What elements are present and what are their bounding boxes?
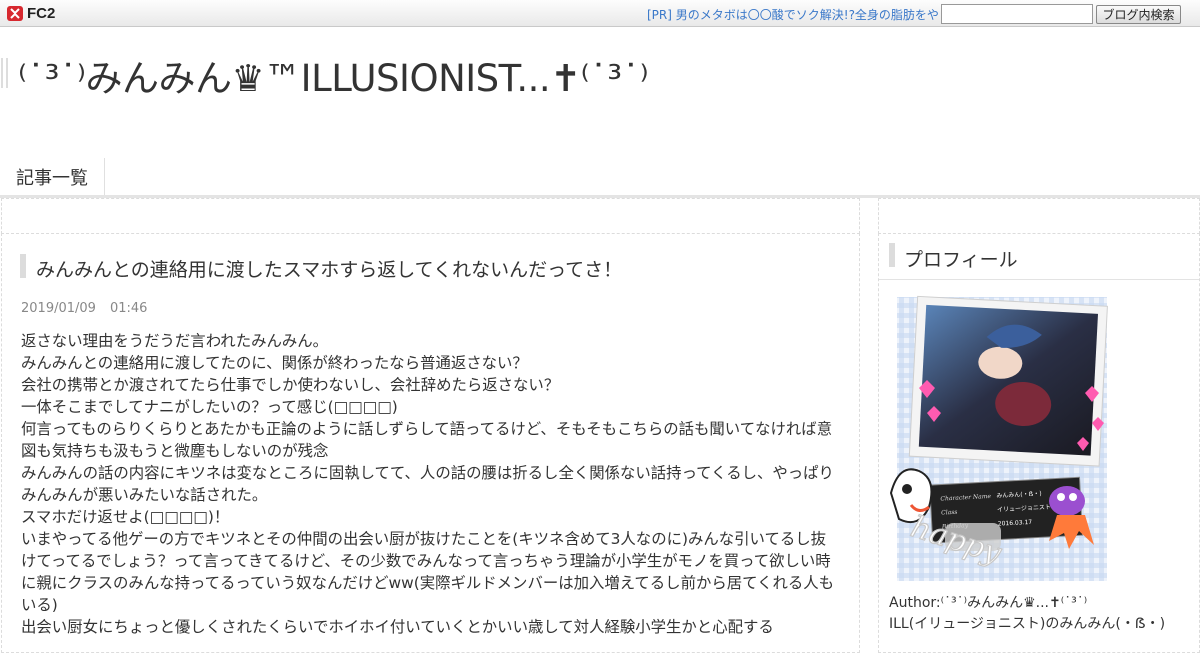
- card-class-label: Class: [941, 509, 958, 517]
- entry-line: スマホだけ返せよ(□□□□)！: [21, 508, 230, 526]
- entry-time-value: 01:46: [109, 301, 148, 316]
- blog-search-button[interactable]: ブログ内検索: [1096, 5, 1181, 24]
- side-top-strip: [878, 198, 1200, 234]
- entry-line: 会社の携帯とか渡されてたら仕事でしか使わないし、会社辞めたら返さない？: [21, 376, 560, 394]
- profile-title-marker: [889, 243, 895, 267]
- fc2-logo[interactable]: FC2: [6, 4, 55, 23]
- title-decoration: [1, 58, 8, 88]
- author-name: Author:⁽˙³˙⁾みんみん♛...✝⁽˙³˙⁾: [889, 595, 1088, 611]
- fc2-logo-text: FC2: [27, 5, 56, 22]
- main-top-strip: [1, 198, 860, 234]
- entry-line: 出会い厨女にちょっと優しくされたくらいでホイホイ付いていくとかいい歳して対人経験…: [21, 618, 774, 636]
- pr-ad-link[interactable]: [PR] 男のメタボは〇〇酸でソク解決!?全身の脂肪をや: [647, 6, 939, 23]
- profile-image: Character Name みんみん(・ẞ・) Class イリュージョニスト…: [889, 295, 1108, 581]
- fc2-toolbar: FC2 [PR] 男のメタボは〇〇酸でソク解決!?全身の脂肪をや ブログ内検索: [0, 0, 1200, 27]
- blog-title[interactable]: ⁽˙³˙⁾みんみん♛™ILLUSIONIST...✝⁽˙³˙⁾: [18, 48, 649, 102]
- entry-date: 2019/01/09 01:46: [21, 301, 161, 316]
- entry-line: みんみんの話の内容にキツネは変なところに固執してて、人の話の腰は折るし全く関係な…: [21, 464, 834, 504]
- entry-line: いまやってる他ゲーの方でキツネとその仲間の出会い厨が抜けたことを(キツネ含めて3…: [21, 530, 835, 614]
- entry-date-value: 2019/01/09: [21, 301, 96, 316]
- entry-line: みんみんとの連絡用に渡してたのに、関係が終わったなら普通返さない？: [21, 354, 528, 372]
- entry-line: 一体そこまでしてナニがしたいの？って感じ(□□□□): [21, 398, 398, 416]
- fc2-logo-icon: [7, 6, 23, 21]
- global-nav: 記事一覧: [0, 158, 1200, 198]
- profile-heading: プロフィール: [904, 249, 1018, 271]
- entry-title[interactable]: みんみんとの連絡用に渡したスマホすら返してくれないんだってさ！: [36, 255, 622, 282]
- blog-search-input[interactable]: [941, 4, 1093, 24]
- nav-item-article-list[interactable]: 記事一覧: [0, 158, 105, 195]
- entry-title-marker: [20, 254, 26, 278]
- entry-body: 返さない理由をうだうだ言われたみんみん。 みんみんとの連絡用に渡してたのに、関係…: [21, 330, 841, 638]
- author-description: ILL(イリュージョニスト)のみんみん(・ẞ・): [889, 616, 1166, 632]
- entry-line: 何言ってものらりくらりとあたかも正論のように話しずらして語ってるけど、そもそもこ…: [21, 420, 833, 460]
- entry-line: 返さない理由をうだうだ言われたみんみん。: [21, 332, 329, 350]
- profile-divider: [879, 279, 1199, 280]
